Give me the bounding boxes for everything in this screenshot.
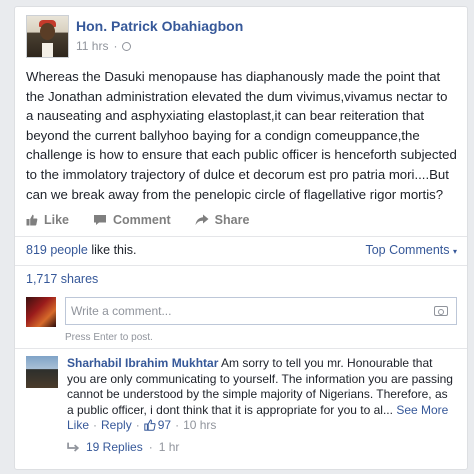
comment-body: Sharhabil Ibrahim Mukhtar Am sorry to te…: [67, 356, 455, 418]
comment-icon: [94, 215, 107, 225]
divider: [15, 348, 467, 349]
camera-icon[interactable]: [434, 306, 448, 316]
comment-input[interactable]: Write a comment...: [65, 297, 457, 325]
divider: [15, 236, 467, 237]
enter-hint: Press Enter to post.: [65, 332, 153, 343]
comment-composer: Write a comment...: [26, 297, 457, 331]
replies-row: 19 Replies · 1 hr: [67, 440, 179, 454]
see-more-link[interactable]: See More: [396, 403, 448, 417]
author-avatar[interactable]: [26, 15, 69, 58]
comment-button[interactable]: Comment: [93, 213, 171, 227]
divider: [15, 265, 467, 266]
like-count-value: 97: [157, 418, 172, 432]
replies-time: 1 hr: [158, 440, 180, 454]
likes-count-link[interactable]: 819 people: [26, 243, 88, 257]
likes-suffix: like this.: [91, 243, 137, 257]
top-comments-label: Top Comments: [365, 243, 450, 257]
comment-like-link[interactable]: Like: [67, 418, 89, 432]
like-label: Like: [44, 213, 70, 227]
post-text: Whereas the Dasuki menopause has diaphan…: [26, 69, 457, 202]
thumbs-up-icon: [144, 419, 156, 431]
view-replies-link[interactable]: 19 Replies: [86, 440, 143, 454]
comment-time[interactable]: 10 hrs: [183, 418, 216, 432]
post-actions: Like Comment Share: [26, 213, 273, 227]
share-arrow-icon: [195, 214, 209, 225]
like-button[interactable]: Like: [26, 213, 69, 227]
commenter-name[interactable]: Sharhabil Ibrahim Mukhtar: [67, 356, 218, 370]
top-comments-dropdown[interactable]: Top Comments ▾: [365, 243, 457, 257]
comment-label: Comment: [113, 213, 171, 227]
comment-reply-link[interactable]: Reply: [101, 418, 132, 432]
author-name[interactable]: Hon. Patrick Obahiagbon: [76, 18, 243, 34]
post-header: Hon. Patrick Obahiagbon 11 hrs ·: [26, 15, 457, 61]
caret-down-icon: ▾: [452, 247, 457, 256]
post-card: Hon. Patrick Obahiagbon 11 hrs · Whereas…: [14, 6, 468, 470]
shares-link[interactable]: 1,717 shares: [26, 272, 98, 286]
post-meta: 11 hrs ·: [76, 39, 132, 53]
comment-placeholder: Write a comment...: [71, 304, 172, 318]
likes-summary: 819 people like this. Top Comments ▾: [26, 243, 457, 257]
share-button[interactable]: Share: [195, 213, 250, 227]
globe-icon[interactable]: [122, 41, 132, 51]
post-time[interactable]: 11 hrs: [76, 39, 108, 53]
viewer-avatar: [26, 297, 56, 327]
comment-like-count[interactable]: 97: [144, 418, 171, 432]
thumbs-up-icon: [26, 214, 38, 226]
comment-actions: Like · Reply · 97 · 10 hrs: [67, 418, 217, 432]
reply-arrow-icon: [67, 442, 80, 452]
commenter-avatar[interactable]: [26, 356, 58, 388]
share-label: Share: [214, 213, 250, 227]
